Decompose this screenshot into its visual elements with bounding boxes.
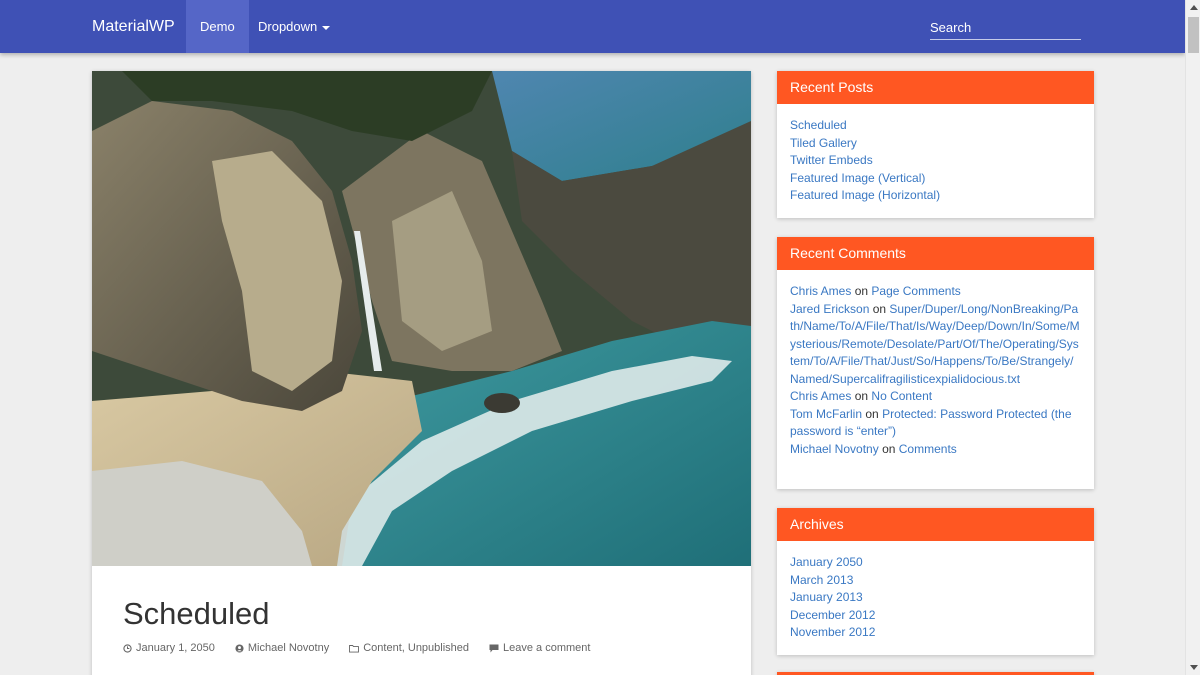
post-meta: January 1, 2050 Michael Novotny Content,… — [123, 642, 610, 654]
post-comments: Leave a comment — [489, 642, 590, 654]
comment-item: Jared Erickson on Super/Duper/Long/NonBr… — [790, 301, 1081, 389]
comment-item: Chris Ames on No Content — [790, 388, 1081, 406]
post-author-link[interactable]: Michael Novotny — [248, 642, 329, 654]
comment-post-link[interactable]: Page Comments — [871, 284, 960, 298]
arrow-down-icon — [1189, 665, 1198, 670]
leave-comment-link[interactable]: Leave a comment — [503, 642, 590, 654]
widget-body: Chris Ames on Page Comments Jared Ericks… — [777, 270, 1094, 458]
widget-title: Archives — [777, 508, 1094, 541]
comment-author-link[interactable]: Michael Novotny — [790, 442, 879, 456]
comment-on-word: on — [865, 406, 879, 421]
top-navbar: MaterialWP Demo Dropdown — [0, 0, 1185, 53]
recent-post-link[interactable]: Tiled Gallery — [790, 135, 1081, 153]
comment-on-word: on — [854, 284, 869, 298]
comment-post-link[interactable]: Comments — [899, 442, 957, 456]
post-author: Michael Novotny — [235, 642, 329, 654]
comment-on-word: on — [872, 301, 887, 316]
comment-author-link[interactable]: Tom McFarlin — [790, 407, 862, 421]
nav-item-dropdown[interactable]: Dropdown — [244, 0, 344, 53]
comment-post-link[interactable]: No Content — [871, 389, 932, 403]
nav-dropdown-label: Dropdown — [258, 19, 318, 34]
site-brand[interactable]: MaterialWP — [92, 0, 175, 53]
arrow-up-icon — [1189, 5, 1198, 10]
scroll-down-button[interactable] — [1186, 660, 1200, 675]
comment-author-link[interactable]: Jared Erickson — [790, 302, 869, 316]
widget-body: January 2050 March 2013 January 2013 Dec… — [777, 541, 1094, 642]
recent-post-link[interactable]: Scheduled — [790, 117, 1081, 135]
widget-title: Recent Posts — [777, 71, 1094, 104]
recent-post-link[interactable]: Twitter Embeds — [790, 152, 1081, 170]
archive-link[interactable]: December 2012 — [790, 607, 1081, 625]
category-link-unpublished[interactable]: Unpublished — [408, 642, 469, 654]
archive-link[interactable]: March 2013 — [790, 572, 1081, 590]
comment-author-link[interactable]: Chris Ames — [790, 284, 851, 298]
post-date-link[interactable]: January 1, 2050 — [136, 642, 215, 654]
archive-link[interactable]: January 2013 — [790, 589, 1081, 607]
comment-item: Tom McFarlin on Protected: Password Prot… — [790, 406, 1081, 441]
page-scrollbar[interactable] — [1185, 0, 1200, 675]
comment-on-word: on — [882, 441, 896, 456]
featured-image[interactable] — [92, 71, 751, 566]
widget-archives: Archives January 2050 March 2013 January… — [777, 508, 1094, 655]
clock-icon — [123, 643, 132, 653]
widget-recent-posts: Recent Posts Scheduled Tiled Gallery Twi… — [777, 71, 1094, 218]
widget-recent-comments: Recent Comments Chris Ames on Page Comme… — [777, 237, 1094, 489]
post-title[interactable]: Scheduled — [123, 596, 270, 632]
search-input[interactable] — [930, 16, 1081, 40]
comment-item: Michael Novotny on Comments — [790, 441, 1081, 459]
post-categories: Content, Unpublished — [349, 642, 469, 654]
archive-link[interactable]: January 2050 — [790, 554, 1081, 572]
post-card: Scheduled January 1, 2050 Michael Novotn… — [92, 71, 751, 675]
comment-on-word: on — [854, 389, 869, 403]
widget-body: Scheduled Tiled Gallery Twitter Embeds F… — [777, 104, 1094, 205]
scroll-up-button[interactable] — [1186, 0, 1200, 15]
recent-post-link[interactable]: Featured Image (Vertical) — [790, 170, 1081, 188]
widget-title: Recent Comments — [777, 237, 1094, 270]
user-icon — [235, 643, 244, 653]
recent-post-link[interactable]: Featured Image (Horizontal) — [790, 187, 1081, 205]
comment-icon — [489, 644, 499, 652]
category-separator: , — [401, 642, 405, 654]
category-link-content[interactable]: Content — [363, 642, 402, 654]
nav-item-demo[interactable]: Demo — [186, 0, 249, 53]
caret-down-icon — [322, 25, 331, 30]
comment-item: Chris Ames on Page Comments — [790, 283, 1081, 301]
scroll-thumb[interactable] — [1188, 17, 1199, 53]
archive-link[interactable]: November 2012 — [790, 624, 1081, 642]
comment-author-link[interactable]: Chris Ames — [790, 389, 851, 403]
post-date: January 1, 2050 — [123, 642, 215, 654]
folder-icon — [349, 644, 360, 652]
